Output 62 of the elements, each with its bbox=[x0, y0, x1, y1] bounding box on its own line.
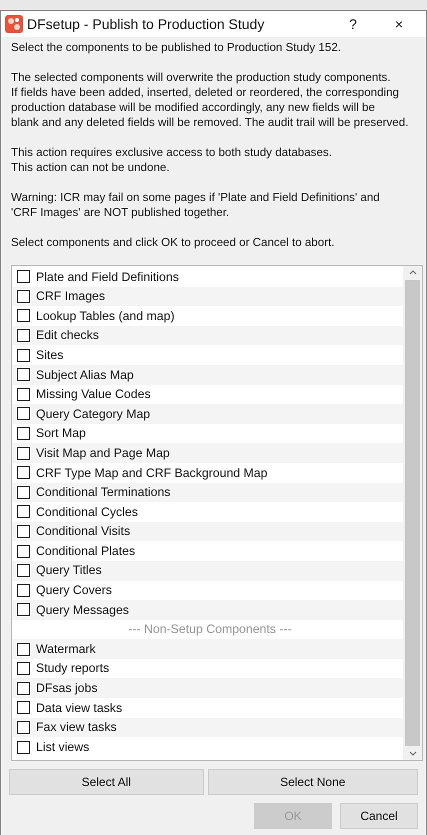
component-label[interactable]: DFsas jobs bbox=[36, 679, 98, 698]
checkbox[interactable] bbox=[17, 368, 30, 382]
message-text: 'CRF Images' are NOT published together. bbox=[11, 205, 230, 220]
window-title: DFsetup - Publish to Production Study bbox=[27, 14, 266, 34]
checkbox[interactable] bbox=[17, 486, 30, 499]
checkbox[interactable] bbox=[17, 682, 30, 695]
component-label[interactable]: Lookup Tables (and map) bbox=[36, 306, 175, 326]
component-label[interactable]: Conditional Cycles bbox=[36, 502, 138, 522]
scrollbar[interactable] bbox=[403, 266, 422, 760]
checkbox[interactable] bbox=[17, 525, 30, 538]
checkbox[interactable] bbox=[17, 740, 30, 754]
help-button[interactable]: ? bbox=[332, 14, 374, 34]
message-text: The selected components will overwrite the production study components. bbox=[11, 70, 392, 85]
checkbox[interactable] bbox=[17, 348, 30, 362]
checkbox[interactable] bbox=[17, 564, 30, 578]
component-label[interactable]: Sort Map bbox=[36, 424, 86, 443]
app-icon bbox=[5, 15, 23, 33]
checkbox[interactable] bbox=[17, 642, 30, 656]
message-text: blank and any deleted fields will be removed. The audit trail will be preserved. bbox=[11, 115, 410, 130]
section-separator: --- Non-Setup Components --- bbox=[128, 621, 292, 638]
scrollbar-thumb[interactable] bbox=[405, 280, 420, 746]
checkbox[interactable] bbox=[17, 603, 30, 616]
message-text: Select the components to be published to Production Study 152. bbox=[11, 40, 342, 55]
component-label[interactable]: Query Titles bbox=[36, 561, 102, 580]
component-label[interactable]: Conditional Plates bbox=[36, 542, 136, 560]
component-label[interactable]: CRF Images bbox=[36, 287, 106, 306]
component-label[interactable]: Edit checks bbox=[36, 326, 99, 345]
component-label[interactable]: List views bbox=[36, 738, 90, 756]
message-text: production database will be modified accordingly, any new fields will be bbox=[11, 100, 376, 115]
checkbox[interactable] bbox=[17, 427, 30, 440]
component-label[interactable]: Study reports bbox=[36, 659, 110, 678]
component-label[interactable]: Plate and Field Definitions bbox=[36, 268, 179, 286]
component-label[interactable]: Missing Value Codes bbox=[36, 385, 151, 404]
checkbox[interactable] bbox=[17, 544, 30, 558]
checkbox[interactable] bbox=[17, 505, 30, 518]
checkbox[interactable] bbox=[17, 720, 30, 734]
checkbox[interactable] bbox=[17, 388, 30, 401]
message-text: Select components and click OK to proceed or Cancel to abort. bbox=[11, 235, 336, 250]
component-label[interactable]: Sites bbox=[36, 346, 64, 364]
component-label[interactable]: Data view tasks bbox=[36, 698, 122, 718]
checkbox[interactable] bbox=[17, 701, 30, 714]
checkbox[interactable] bbox=[17, 290, 30, 303]
component-label[interactable]: Query Covers bbox=[36, 581, 112, 600]
component-label[interactable]: CRF Type Map and CRF Background Map bbox=[36, 464, 268, 482]
checkbox[interactable] bbox=[17, 446, 30, 460]
select-button[interactable]: Select None bbox=[208, 769, 418, 795]
component-label[interactable]: Watermark bbox=[36, 640, 96, 658]
component-label[interactable]: Fax view tasks bbox=[36, 718, 117, 737]
message-text: If fields have been added, inserted, deleted or reordered, the corresponding bbox=[11, 85, 400, 100]
checkbox[interactable] bbox=[17, 662, 30, 676]
checkbox[interactable] bbox=[17, 407, 30, 420]
checkbox[interactable] bbox=[17, 309, 30, 322]
close-button[interactable]: × bbox=[378, 14, 420, 34]
checkbox[interactable] bbox=[17, 329, 30, 342]
checkbox[interactable] bbox=[17, 584, 30, 597]
select-button[interactable]: Select All bbox=[9, 769, 204, 795]
message-text: This action requires exclusive access to both study databases. bbox=[11, 145, 333, 160]
checkbox[interactable] bbox=[17, 466, 30, 480]
checkbox[interactable] bbox=[17, 270, 30, 284]
dialog-button[interactable]: Cancel bbox=[340, 803, 418, 829]
message-text: This action can not be undone. bbox=[11, 160, 171, 175]
message-text: Warning: ICR may fail on some pages if 'Plate and Field Definitions' and bbox=[11, 190, 381, 205]
